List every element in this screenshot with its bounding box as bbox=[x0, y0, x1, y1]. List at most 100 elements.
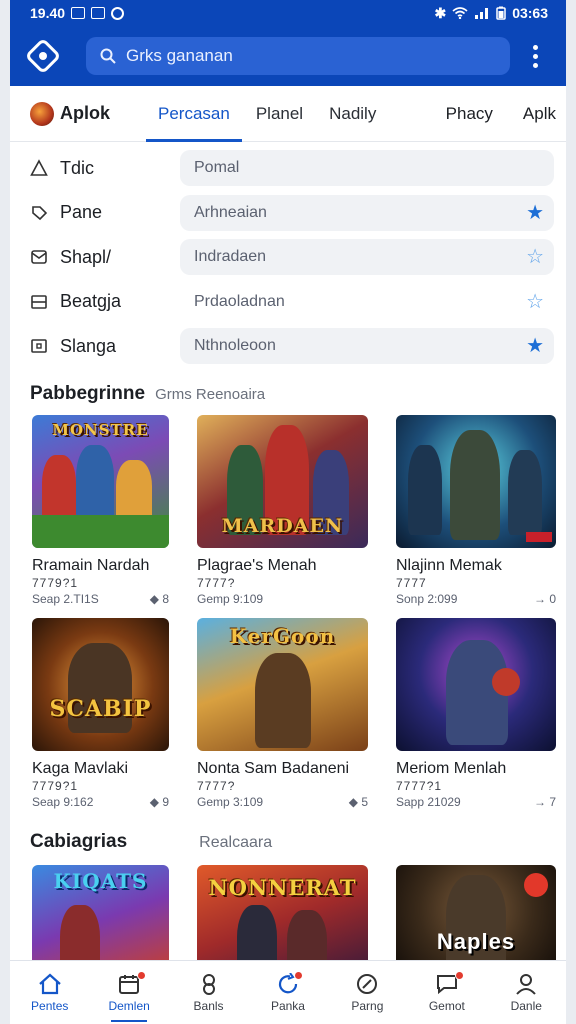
game-thumbnail[interactable]: MONSTRE bbox=[32, 414, 169, 548]
filter-field[interactable]: Prdaoladnan ☆ bbox=[180, 284, 554, 320]
nav-label: Pentes bbox=[31, 998, 69, 1013]
game-art-title: KerGoon bbox=[229, 623, 336, 648]
filter-field[interactable]: Indradaen ☆ bbox=[180, 239, 554, 276]
filter-field[interactable]: Pomal bbox=[180, 150, 554, 187]
star-outline-icon[interactable]: ☆ bbox=[526, 292, 544, 312]
game-thumbnail[interactable]: MARDAEN bbox=[197, 414, 368, 548]
filter-field[interactable]: Arhneaian ★ bbox=[180, 194, 554, 231]
filter-row[interactable]: Beatgja Prdaoladnan ☆ bbox=[30, 280, 554, 325]
gallery-icon bbox=[91, 7, 106, 19]
game-name: Nonta Sam Badaneni bbox=[197, 759, 350, 777]
status-clock: 03:63 bbox=[512, 5, 548, 21]
brand[interactable]: Aplok bbox=[30, 101, 158, 126]
game-thumbnail[interactable]: NONNERAT bbox=[197, 864, 368, 975]
box-icon bbox=[30, 337, 48, 355]
game-card[interactable]: Nlajinn Memak 7777 Sonp 2:099 → 0 bbox=[396, 414, 556, 606]
game-rating: 7777? bbox=[197, 778, 236, 793]
game-thumbnail[interactable]: Naples bbox=[396, 864, 556, 975]
user-icon bbox=[202, 973, 215, 995]
game-card[interactable]: MARDAEN Plagrae's Menah 7777? Gemp 9:109 bbox=[197, 414, 368, 606]
warning-icon bbox=[30, 159, 48, 177]
section-header: Cabiagrias Realcaara bbox=[10, 831, 566, 853]
game-card[interactable]: Meriom Menlah 7777?1 Sapp 21029 → 7 bbox=[396, 617, 556, 809]
filter-row[interactable]: Shapl/ Indradaen ☆ bbox=[30, 235, 554, 280]
nav-label: Parng bbox=[351, 998, 384, 1013]
nav-gemot[interactable]: Gemot bbox=[407, 961, 486, 1024]
game-thumbnail[interactable]: KIQATS bbox=[32, 864, 169, 975]
filter-row[interactable]: Pane Arhneaian ★ bbox=[30, 191, 554, 236]
mail-icon bbox=[30, 248, 48, 266]
tab-percasan[interactable]: Percasan bbox=[146, 104, 242, 142]
home-icon bbox=[38, 973, 61, 994]
game-card[interactable]: KerGoon Nonta Sam Badaneni 7777? Gemp 3:… bbox=[197, 617, 368, 809]
tag-icon bbox=[30, 204, 48, 222]
section-header: Pabbegrinne Grms Reenoaira bbox=[10, 383, 566, 405]
star-outline-icon[interactable]: ☆ bbox=[526, 247, 544, 267]
app-logo-icon[interactable] bbox=[24, 37, 62, 75]
nav-parng[interactable]: Parng bbox=[328, 961, 407, 1024]
nav-label: Panka bbox=[270, 998, 305, 1013]
filter-label: Shapl/ bbox=[60, 246, 112, 267]
notification-badge bbox=[137, 971, 147, 980]
search-input[interactable]: Grks gananan bbox=[86, 37, 510, 75]
signal-icon bbox=[475, 8, 489, 19]
status-time: 19.40 bbox=[30, 5, 66, 21]
nav-label: Demlen bbox=[108, 998, 150, 1013]
nav-danle[interactable]: Danle bbox=[487, 961, 566, 1024]
game-rating: 7777 bbox=[396, 575, 427, 590]
notification-badge bbox=[454, 971, 464, 980]
compass-icon bbox=[357, 973, 378, 994]
nav-demlen[interactable]: Demlen bbox=[89, 961, 168, 1024]
filter-value: Indradaen bbox=[194, 248, 267, 266]
filter-value: Pomal bbox=[194, 159, 240, 177]
brand-icon bbox=[30, 101, 54, 126]
game-rating: 7777?1 bbox=[396, 778, 443, 793]
battery-icon bbox=[496, 6, 506, 20]
game-thumbnail[interactable]: SCABIP bbox=[32, 617, 169, 751]
filter-row[interactable]: Tdic Pomal bbox=[30, 146, 554, 191]
game-grid: KIQATS NONNERAT Naples bbox=[10, 864, 566, 975]
tab-nadily[interactable]: Nadily bbox=[329, 104, 376, 124]
game-card[interactable]: NONNERAT bbox=[197, 864, 368, 975]
game-art-title: KIQATS bbox=[53, 868, 148, 893]
section-subtitle: Realcaara bbox=[199, 833, 273, 851]
notification-badge bbox=[294, 971, 304, 980]
brand-label: Aplok bbox=[60, 103, 111, 123]
game-card[interactable]: MONSTRE Rramain Nardah 7779?1 Seap 2.TI1… bbox=[32, 414, 169, 606]
game-card[interactable]: Naples bbox=[396, 864, 556, 975]
filter-field[interactable]: Nthnoleoon ★ bbox=[180, 328, 554, 365]
game-meta: Seap 9:162 bbox=[32, 794, 94, 809]
nav-banls[interactable]: Banls bbox=[169, 961, 248, 1024]
more-menu-icon[interactable] bbox=[520, 44, 550, 68]
filter-label: Pane bbox=[60, 202, 103, 223]
game-meta: Sonp 2:099 bbox=[396, 591, 458, 606]
game-card[interactable]: SCABIP Kaga Mavlaki 7779?1 Seap 9:162 ◆ 9 bbox=[32, 617, 169, 809]
game-card[interactable]: KIQATS bbox=[32, 864, 169, 975]
app-frame: 19.40 ✱ 03:63 Grks gananan Aplok Percasa… bbox=[10, 0, 566, 1024]
section-title: Cabiagrias bbox=[30, 830, 128, 852]
game-thumbnail[interactable] bbox=[396, 414, 556, 548]
filter-list: Tdic Pomal Pane Arhneaian ★ Shapl/ Indrad… bbox=[10, 146, 566, 369]
star-filled-icon[interactable]: ★ bbox=[526, 336, 544, 356]
game-meta: Gemp 3:109 bbox=[197, 794, 264, 809]
filter-row[interactable]: Slanga Nthnoleoon ★ bbox=[30, 324, 554, 369]
tab-phacy[interactable]: Phacy bbox=[446, 104, 493, 124]
star-filled-icon[interactable]: ★ bbox=[526, 203, 544, 223]
nav-label: Danle bbox=[510, 998, 542, 1013]
filter-label: Beatgja bbox=[60, 291, 122, 312]
game-thumbnail[interactable]: KerGoon bbox=[197, 617, 368, 751]
filter-value: Prdaoladnan bbox=[194, 292, 285, 310]
game-count: ◆ 8 bbox=[149, 591, 169, 606]
app-bar: Grks gananan bbox=[10, 26, 566, 86]
nav-home[interactable]: Pentes bbox=[10, 961, 89, 1024]
nav-panka[interactable]: Panka bbox=[248, 961, 327, 1024]
game-grid: MONSTRE Rramain Nardah 7779?1 Seap 2.TI1… bbox=[10, 414, 566, 606]
game-rating: 7777? bbox=[197, 575, 236, 590]
search-placeholder: Grks gananan bbox=[126, 46, 233, 65]
tab-aplk[interactable]: Aplk bbox=[523, 104, 556, 124]
game-meta: Sapp 21029 bbox=[396, 794, 461, 809]
game-art-title: MARDAEN bbox=[221, 514, 344, 537]
game-thumbnail[interactable] bbox=[396, 617, 556, 751]
game-art-title: MONSTRE bbox=[52, 420, 149, 439]
tab-planel[interactable]: Planel bbox=[256, 104, 303, 124]
